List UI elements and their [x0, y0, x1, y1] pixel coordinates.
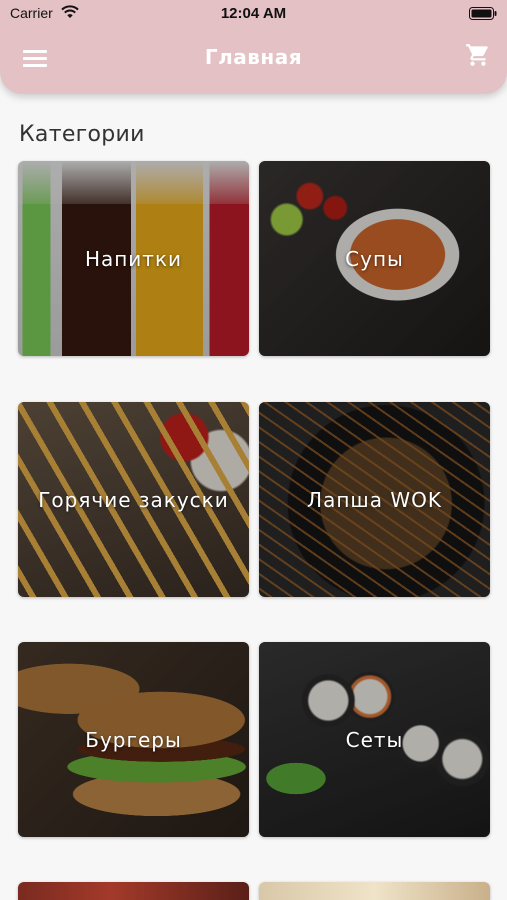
hamburger-menu-icon[interactable] — [23, 50, 47, 68]
category-burgers[interactable]: Бургеры — [18, 642, 249, 837]
category-soups[interactable]: Супы — [259, 161, 490, 356]
category-tile-partial[interactable] — [259, 882, 490, 900]
status-bar: Carrier 12:04 AM — [0, 0, 507, 28]
category-drinks[interactable]: Напитки — [18, 161, 249, 356]
category-wok-noodles[interactable]: Лапша WOK — [259, 402, 490, 597]
category-tile-partial[interactable] — [18, 882, 249, 900]
category-label: Горячие закуски — [38, 487, 229, 512]
app-header: Carrier 12:04 AM Главная — [0, 0, 507, 94]
shopping-cart-icon[interactable] — [465, 42, 491, 68]
category-label: Бургеры — [85, 727, 182, 752]
category-label: Сеты — [345, 727, 404, 752]
category-image — [18, 882, 249, 900]
status-time: 12:04 AM — [220, 5, 287, 22]
category-label: Супы — [345, 246, 404, 271]
category-hot-snacks[interactable]: Горячие закуски — [18, 402, 249, 597]
categories-heading: Категории — [19, 122, 145, 147]
category-label: Напитки — [84, 246, 183, 271]
battery-icon — [469, 7, 497, 20]
category-label: Лапша WOK — [307, 487, 442, 512]
category-sets[interactable]: Сеты — [259, 642, 490, 837]
navigation-bar: Главная — [0, 28, 507, 90]
category-image — [259, 882, 490, 900]
page-title: Главная — [204, 45, 303, 69]
